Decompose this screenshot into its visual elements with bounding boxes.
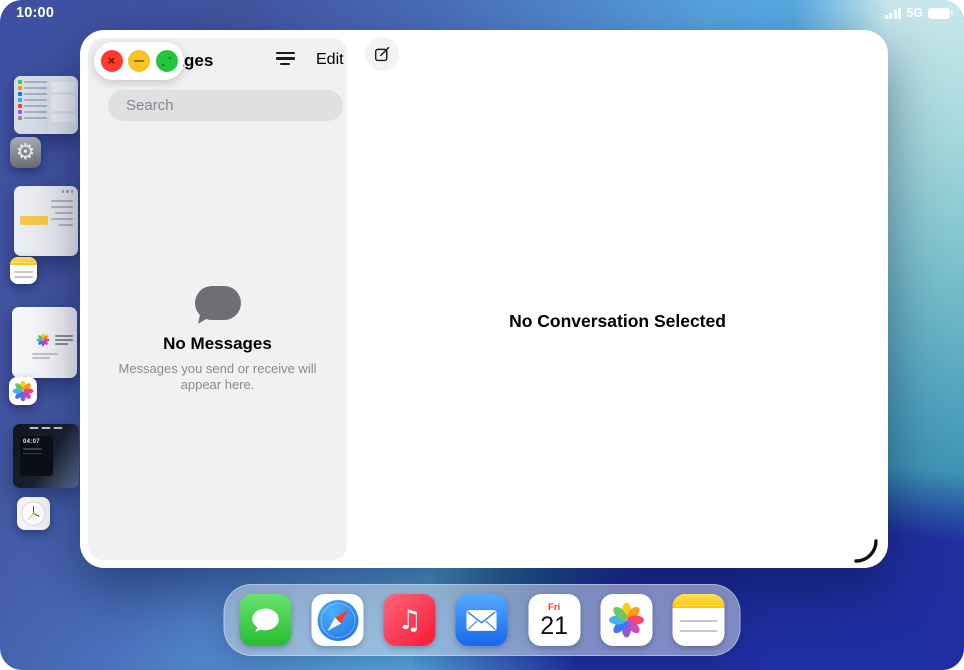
dock-photos-icon[interactable] bbox=[600, 594, 652, 646]
stage-manager-rail: ⚙ bbox=[0, 60, 88, 87]
stage-thumbnail-notes[interactable] bbox=[14, 186, 78, 256]
clock-app-icon[interactable] bbox=[17, 497, 50, 530]
clock-thumb-tabs bbox=[30, 427, 63, 429]
clock-thumb-widget: 04:07 bbox=[20, 436, 53, 476]
stage-thumbnail-photos[interactable] bbox=[12, 307, 77, 378]
chat-bubble-icon bbox=[195, 286, 241, 320]
minimize-button[interactable] bbox=[128, 50, 150, 72]
dock: ♫ Fri 21 bbox=[224, 584, 741, 656]
fullscreen-icon bbox=[161, 56, 172, 67]
settings-app-icon[interactable]: ⚙ bbox=[10, 137, 41, 168]
dock-mail-icon[interactable] bbox=[456, 594, 508, 646]
calendar-day-label: 21 bbox=[540, 613, 568, 639]
dock-messages-icon[interactable] bbox=[240, 594, 292, 646]
photos-app-icon[interactable] bbox=[9, 377, 37, 405]
clock-time: 10:00 bbox=[16, 5, 54, 21]
photos-flower-icon bbox=[607, 601, 645, 639]
clock-face-icon bbox=[20, 500, 47, 527]
window-resize-handle[interactable] bbox=[853, 538, 879, 564]
notes-thumb-toolbar-dots bbox=[62, 190, 74, 193]
status-right-cluster: 5G bbox=[885, 6, 950, 20]
messages-window: Messages × Edit bbox=[80, 30, 888, 568]
music-note-icon: ♫ bbox=[398, 607, 422, 634]
dock-safari-icon[interactable] bbox=[312, 594, 364, 646]
network-type-label: 5G bbox=[906, 6, 923, 20]
dock-music-icon[interactable]: ♫ bbox=[384, 594, 436, 646]
dock-notes-icon[interactable] bbox=[672, 594, 724, 646]
notes-icon-yellow-band bbox=[10, 257, 37, 265]
photos-flower-icon bbox=[12, 380, 34, 402]
battery-icon bbox=[928, 8, 950, 19]
cellular-signal-icon bbox=[885, 8, 902, 19]
minimize-icon bbox=[134, 60, 144, 62]
settings-thumb-pane bbox=[49, 76, 78, 134]
ipad-screen: 10:00 5G bbox=[0, 0, 964, 670]
gear-icon: ⚙ bbox=[16, 140, 36, 165]
messages-bubble-icon bbox=[249, 603, 283, 637]
search-field[interactable] bbox=[108, 90, 343, 121]
safari-compass-icon bbox=[317, 600, 358, 641]
close-button[interactable]: × bbox=[101, 50, 123, 72]
photos-thumb-flower bbox=[36, 333, 50, 347]
clock-thumb-time: 04:07 bbox=[23, 439, 50, 445]
fullscreen-button[interactable] bbox=[156, 50, 178, 72]
notes-thumb-highlight bbox=[20, 216, 48, 225]
conversation-sidebar: Messages × Edit bbox=[88, 38, 347, 560]
notes-app-icon[interactable] bbox=[10, 257, 37, 284]
no-conversation-label: No Conversation Selected bbox=[509, 311, 726, 332]
conversation-pane: No Conversation Selected bbox=[347, 30, 888, 568]
sidebar-empty-state: No Messages Messages you send or receive… bbox=[96, 178, 339, 500]
settings-thumb-sidebar bbox=[14, 76, 49, 134]
empty-state-caption: Messages you send or receive will appear… bbox=[112, 361, 324, 393]
dock-calendar-icon[interactable]: Fri 21 bbox=[528, 594, 580, 646]
stage-thumbnail-settings[interactable] bbox=[14, 76, 78, 134]
close-icon: × bbox=[108, 54, 116, 67]
stage-thumbnail-clock[interactable]: 04:07 bbox=[13, 424, 79, 488]
notes-icon-yellow-band bbox=[672, 594, 724, 608]
status-bar: 10:00 5G bbox=[0, 0, 964, 26]
search-input[interactable] bbox=[124, 96, 327, 115]
filter-button[interactable] bbox=[276, 52, 296, 68]
edit-button[interactable]: Edit bbox=[316, 51, 344, 69]
empty-state-title: No Messages bbox=[163, 334, 272, 354]
mail-envelope-icon bbox=[466, 609, 498, 632]
window-controls-pill: × bbox=[94, 42, 184, 80]
